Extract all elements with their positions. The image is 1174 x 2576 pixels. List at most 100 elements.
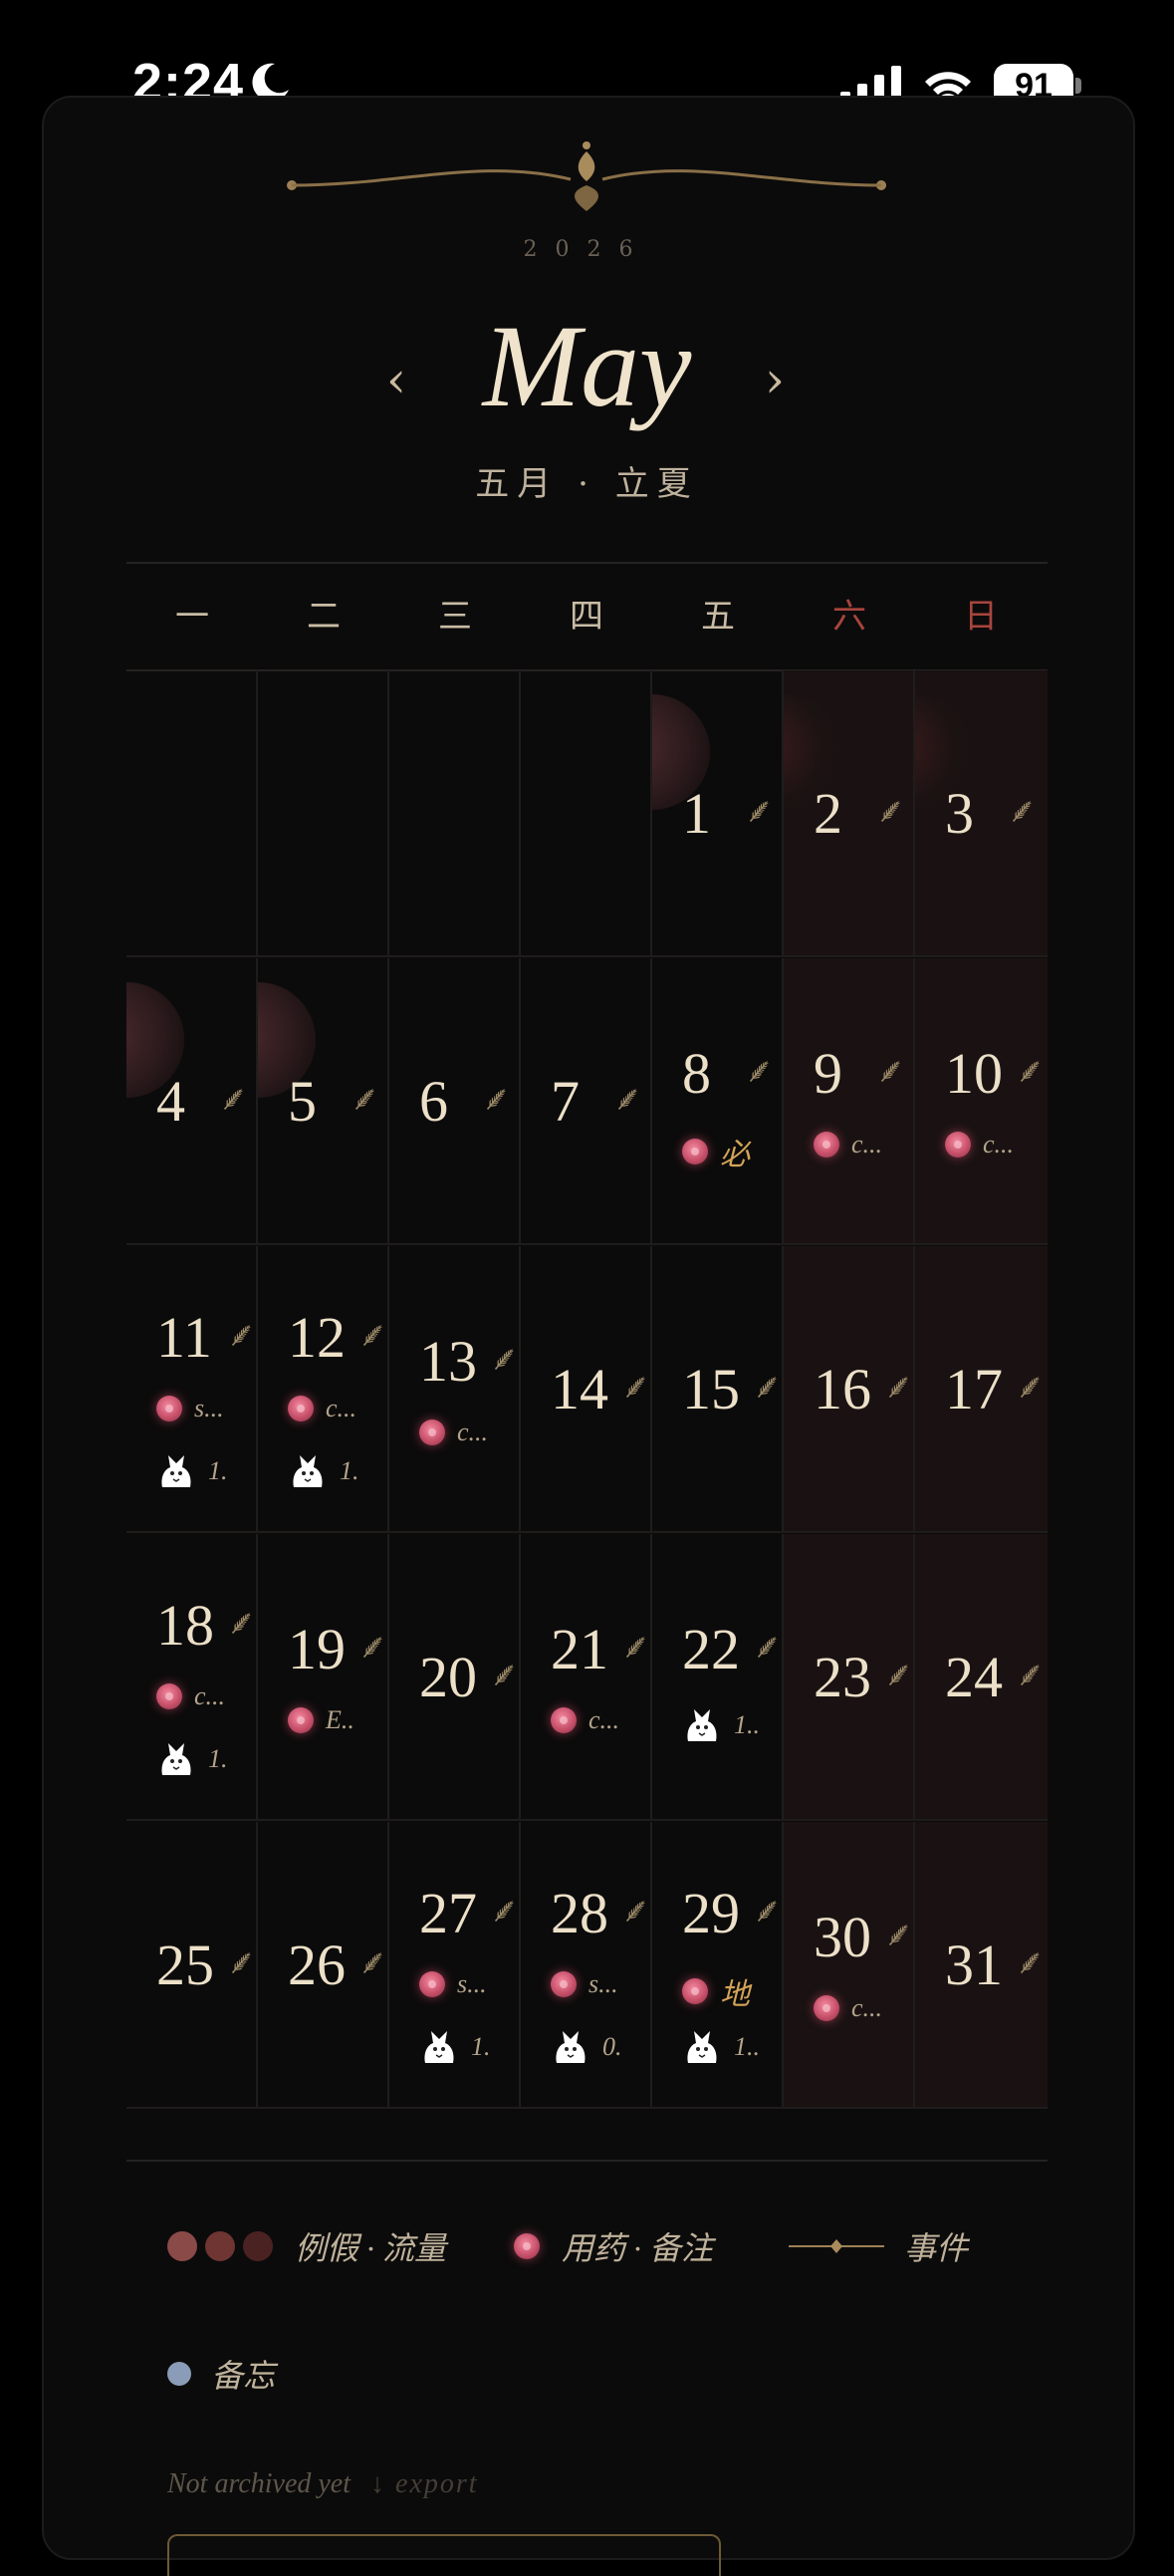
day-cell-7[interactable]: 7 ⸙ [521, 958, 652, 1245]
medication-note[interactable]: c... [288, 1394, 356, 1423]
day-cell-2[interactable]: 2 ⸙ [784, 670, 915, 957]
day-cell-23[interactable]: 23 ⸙ [784, 1534, 915, 1821]
day-cell-13[interactable]: 13 ⸙ c... [389, 1246, 521, 1533]
legend-event-label: 事件 [904, 2230, 969, 2266]
day-number: 10 [945, 1041, 1003, 1106]
event-note[interactable]: 1.. [682, 2027, 760, 2067]
legend-period-label: 例假 · 流量 [295, 2230, 447, 2266]
medication-note[interactable]: s... [156, 1394, 224, 1423]
day-cell-1[interactable]: 1 ⸙ [652, 670, 784, 957]
day-cell-30[interactable]: 30 ⸙ c... [784, 1822, 915, 2109]
medication-note[interactable]: c... [551, 1705, 619, 1735]
event-note[interactable]: 1. [156, 1739, 228, 1779]
day-number: 25 [156, 1932, 214, 1997]
day-cell-31[interactable]: 31 ⸙ [915, 1822, 1048, 2109]
sprig-icon: ⸙ [620, 1367, 646, 1407]
day-cell-4[interactable]: 4 ⸙ [126, 958, 258, 1245]
day-cell-21[interactable]: 21 ⸙ c... [521, 1534, 652, 1821]
pill-icon [514, 2233, 540, 2259]
event-note[interactable]: 1. [288, 1451, 359, 1491]
sprig-icon: ⸙ [226, 1942, 252, 1982]
day-cell-12[interactable]: 12 ⸙ c... 1. [258, 1246, 389, 1533]
weekday-sat: 六 [832, 597, 866, 637]
sprig-icon: ⸙ [1015, 1051, 1041, 1091]
event-note[interactable]: 0. [551, 2027, 622, 2067]
day-number: 29 [682, 1881, 740, 1945]
day-cell-19[interactable]: 19 ⸙ E.. [258, 1534, 389, 1821]
pill-icon [682, 1978, 708, 2004]
day-number: 7 [551, 1069, 580, 1134]
medication-note[interactable]: 必 [682, 1130, 750, 1173]
day-cell-27[interactable]: 27 ⸙ s... 1. [389, 1822, 521, 2109]
day-cell-17[interactable]: 17 ⸙ [915, 1246, 1048, 1533]
day-cell-15[interactable]: 15 ⸙ [652, 1246, 784, 1533]
ornament-divider-icon [287, 141, 886, 211]
medication-note[interactable]: s... [419, 1969, 487, 1999]
export-link[interactable]: ↓ export [370, 2468, 479, 2499]
day-number: 16 [814, 1357, 871, 1421]
day-cell-18[interactable]: 18 ⸙ c... 1. [126, 1534, 258, 1821]
weekday-tue: 二 [307, 597, 341, 637]
day-cell-29[interactable]: 29 ⸙ 地 1.. [652, 1822, 784, 2109]
medication-note[interactable]: c... [814, 1130, 882, 1159]
day-number: 14 [551, 1357, 608, 1421]
day-cell-26[interactable]: 26 ⸙ [258, 1822, 389, 2109]
day-cell-8[interactable]: 8 ⸙ 必 [652, 958, 784, 1245]
next-month-button[interactable]: › [765, 351, 785, 408]
day-cell-22[interactable]: 22 ⸙ 1.. [652, 1534, 784, 1821]
archive-status-text: Not archived yet [167, 2468, 352, 2499]
medication-note[interactable]: E.. [288, 1705, 354, 1735]
day-number: 11 [156, 1305, 212, 1370]
note-text: c... [588, 1705, 620, 1734]
medication-note[interactable]: c... [814, 1993, 882, 2023]
pill-icon [156, 1396, 182, 1421]
day-cell-14[interactable]: 14 ⸙ [521, 1246, 652, 1533]
day-cell-11[interactable]: 11 ⸙ s... 1. [126, 1246, 258, 1533]
empty-day-cell [258, 670, 389, 957]
event-note[interactable]: 1.. [682, 1705, 760, 1745]
medication-note[interactable]: c... [945, 1130, 1014, 1159]
day-cell-24[interactable]: 24 ⸙ [915, 1534, 1048, 1821]
pill-icon [156, 1683, 182, 1709]
archive-button[interactable] [167, 2534, 721, 2576]
fox-icon [556, 2031, 586, 2063]
sprig-icon: ⸙ [1007, 791, 1033, 831]
medication-note[interactable]: 地 [682, 1969, 750, 2013]
day-cell-25[interactable]: 25 ⸙ [126, 1822, 258, 2109]
legend-memo: 备忘 [167, 2351, 275, 2397]
day-cell-9[interactable]: 9 ⸙ c... [784, 958, 915, 1245]
note-text: 必 [720, 1139, 750, 1171]
medication-note[interactable]: c... [156, 1681, 225, 1711]
day-cell-6[interactable]: 6 ⸙ [389, 958, 521, 1245]
day-cell-3[interactable]: 3 ⸙ [915, 670, 1048, 957]
medication-note[interactable]: c... [419, 1417, 488, 1447]
weekday-fri: 五 [701, 597, 735, 637]
sprig-icon: ⸙ [1015, 1942, 1041, 1982]
sprig-icon: ⸙ [875, 791, 901, 831]
day-number: 3 [945, 781, 974, 846]
legend-memo-label: 备忘 [211, 2358, 276, 2394]
event-note[interactable]: 1. [156, 1451, 228, 1491]
note-text: c... [983, 1130, 1015, 1159]
day-cell-16[interactable]: 16 ⸙ [784, 1246, 915, 1533]
day-cell-28[interactable]: 28 ⸙ s... 0. [521, 1822, 652, 2109]
day-number: 22 [682, 1617, 740, 1681]
memo-dot [167, 2362, 191, 2386]
day-cell-10[interactable]: 10 ⸙ c... [915, 958, 1048, 1245]
day-number: 27 [419, 1881, 477, 1945]
day-number: 4 [156, 1069, 185, 1134]
medication-note[interactable]: s... [551, 1969, 618, 1999]
note-text: 1.. [734, 1710, 760, 1739]
pill-icon [288, 1396, 314, 1421]
weekday-sun: 日 [964, 597, 998, 637]
pill-icon [288, 1707, 314, 1733]
day-cell-5[interactable]: 5 ⸙ [258, 958, 389, 1245]
sprig-icon: ⸙ [489, 1655, 515, 1694]
day-number: 31 [945, 1932, 1003, 1997]
note-text: c... [851, 1993, 883, 2022]
day-cell-20[interactable]: 20 ⸙ [389, 1534, 521, 1821]
day-number: 19 [288, 1617, 346, 1681]
note-text: c... [326, 1394, 357, 1422]
sprig-icon: ⸙ [357, 1627, 383, 1667]
event-note[interactable]: 1. [419, 2027, 491, 2067]
